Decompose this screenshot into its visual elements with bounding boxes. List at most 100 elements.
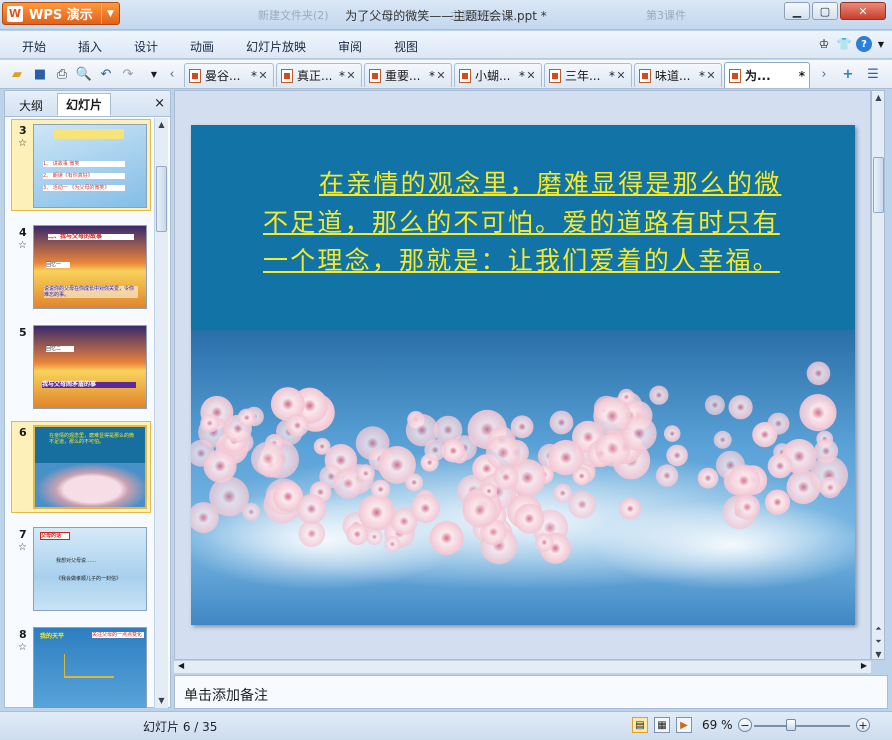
close-icon[interactable]: ✕ [615, 69, 627, 82]
close-icon[interactable]: ✕ [435, 69, 447, 82]
doc-tab[interactable]: 味道... * ✕ [634, 63, 722, 87]
thumbnail-number: 8 [19, 628, 27, 641]
thumb-line: 回忆一 [46, 262, 70, 268]
ghost-tab-1: 新建文件夹(2) [258, 9, 329, 22]
doc-tab[interactable]: 真正... * ✕ [276, 63, 362, 87]
chevron-down-icon[interactable]: ▼ [873, 36, 889, 52]
close-button[interactable]: ✕ [840, 2, 886, 20]
chevron-down-icon[interactable]: ▼ [101, 3, 119, 24]
next-slide-icon[interactable]: ⏷ [872, 636, 885, 648]
thumb-line: 我想对父母说…… [56, 558, 97, 564]
slideshow-icon[interactable]: ▶ [676, 717, 692, 733]
menu-animation[interactable]: 动画 [190, 38, 214, 55]
maximize-button[interactable]: ▢ [812, 2, 838, 20]
wps-app-menu-button[interactable]: W WPS 演示 ▼ [2, 2, 120, 25]
new-tab-icon[interactable]: + [840, 66, 856, 82]
notes-placeholder[interactable]: 单击添加备注 [184, 685, 268, 705]
current-slide[interactable]: 在亲情的观念里，磨难显得是那么的微不足道，那么的不可怕。爱的道路有时只有一个理念… [191, 125, 855, 625]
thumb-line: 1、 讲故事 微笑 [43, 161, 125, 167]
close-icon[interactable]: ✕ [705, 69, 717, 82]
slide-body-text[interactable]: 在亲情的观念里，磨难显得是那么的微不足道，那么的不可怕。爱的道路有时只有一个理念… [263, 165, 803, 281]
prev-slide-icon[interactable]: ⏶ [872, 623, 885, 635]
close-icon[interactable]: ✕ [525, 69, 537, 82]
thumbnail-scrollbar[interactable]: ▲ ▼ [154, 118, 168, 708]
doc-tab-active[interactable]: 为... * [724, 62, 810, 88]
slide-thumbnail-5[interactable]: 回忆二 我与父母闹矛盾的事 [33, 325, 147, 409]
scroll-down-icon[interactable]: ▼ [155, 694, 168, 706]
close-icon[interactable]: ✕ [345, 69, 357, 82]
skin-icon[interactable]: ♔ [816, 36, 832, 52]
menu-insert[interactable]: 插入 [78, 38, 102, 55]
zoom-slider-handle[interactable] [786, 719, 796, 731]
tab-scroll-right-icon[interactable]: › [816, 66, 832, 82]
minimize-button[interactable]: ▁ [784, 2, 810, 20]
menu-design[interactable]: 设计 [134, 38, 158, 55]
wps-logo-icon: W [7, 5, 23, 22]
doc-tab[interactable]: 小蝴... * ✕ [454, 63, 542, 87]
chevron-down-icon[interactable]: ▼ [146, 66, 162, 82]
ppt-file-icon [729, 68, 741, 83]
scroll-thumb[interactable] [873, 157, 884, 213]
ppt-file-icon [459, 68, 471, 83]
normal-view-icon[interactable]: ▤ [632, 717, 648, 733]
doc-tab[interactable]: 曼谷... * ✕ [184, 63, 274, 87]
save-icon[interactable]: ■ [32, 66, 48, 82]
print-preview-icon[interactable]: 🔍 [76, 66, 92, 82]
scroll-down-icon[interactable]: ▼ [872, 648, 885, 660]
shirt-icon[interactable]: 👕 [836, 36, 852, 52]
thumbnail-number: 7 [19, 528, 27, 541]
zoom-in-button[interactable]: + [856, 718, 870, 732]
ppt-file-icon [189, 68, 201, 83]
zoom-out-button[interactable]: − [738, 718, 752, 732]
thumb-line: 说说你的父母在你成长中对你关爱，令你难忘的事。 [44, 286, 138, 298]
print-icon[interactable]: ⎙ [54, 66, 70, 82]
slide-canvas: 在亲情的观念里，磨难显得是那么的微不足道，那么的不可怕。爱的道路有时只有一个理念… [174, 90, 871, 660]
menu-review[interactable]: 审阅 [338, 38, 362, 55]
undo-icon[interactable]: ↶ [98, 66, 114, 82]
ppt-file-icon [549, 68, 561, 83]
slide-thumbnail-7[interactable]: 父母的话 我想对父母说…… 《我会做孝顺儿子的一封信》 [33, 527, 147, 611]
notes-pane[interactable]: 单击添加备注 [174, 675, 888, 709]
canvas-vertical-scrollbar[interactable]: ▲ ⏶ ⏷ ▼ [871, 90, 885, 660]
slide-thumbnail-8[interactable]: 我的天平 关注父母的一点点变化 [33, 627, 147, 708]
tab-outline[interactable]: 大纲 [11, 95, 51, 116]
thumb-line: 2、 朗读《有你真好》 [43, 173, 125, 179]
doc-tab[interactable]: 三年... * ✕ [544, 63, 632, 87]
thumb-line: 父母的话 [40, 532, 70, 540]
menu-slideshow[interactable]: 幻灯片放映 [246, 38, 306, 55]
doc-tab[interactable]: 重要... * ✕ [364, 63, 452, 87]
scroll-right-icon[interactable]: ▶ [861, 661, 867, 670]
slide-thumbnail-4[interactable]: 二、我与父母的故事 回忆一 说说你的父母在你成长中对你关爱，令你难忘的事。 [33, 225, 147, 309]
status-bar: 幻灯片 6 / 35 ▤ ▦ ▶ 69 % − + [0, 711, 892, 740]
zoom-slider-track[interactable] [754, 725, 850, 727]
thumbnail-number: 4 [19, 226, 27, 239]
scroll-up-icon[interactable]: ▲ [155, 118, 168, 130]
slide-thumbnail-3[interactable]: 1、 讲故事 微笑 2、 朗读《有你真好》 3、 活动一 《为父母的微笑》 [33, 124, 147, 208]
help-icon[interactable]: ? [856, 36, 872, 52]
scroll-up-icon[interactable]: ▲ [872, 91, 885, 103]
zoom-level: 69 % [702, 718, 733, 732]
slide-sorter-icon[interactable]: ▦ [654, 717, 670, 733]
open-folder-icon[interactable]: ▰ [9, 66, 25, 82]
menu-home[interactable]: 开始 [22, 38, 46, 55]
tab-scroll-left-icon[interactable]: ‹ [164, 66, 180, 82]
tab-list-icon[interactable]: ☰ [865, 66, 881, 82]
scroll-thumb[interactable] [156, 166, 167, 232]
canvas-horizontal-scrollbar[interactable]: ◀ ▶ [174, 660, 871, 673]
star-icon: ☆ [18, 138, 27, 149]
panel-tabs: 大纲 幻灯片 × [5, 91, 170, 117]
thumb-line: 我的天平 [40, 633, 65, 640]
window-title: 为了父母的微笑——主题班会课.ppt * [345, 9, 547, 23]
redo-icon[interactable]: ↷ [120, 66, 136, 82]
close-icon[interactable]: ✕ [257, 69, 269, 82]
slide-thumbnail-6[interactable]: 在亲情的观念里，磨难显得是那么的微不足道，那么的不可怕。 [33, 425, 147, 509]
tab-slides[interactable]: 幻灯片 [57, 93, 112, 116]
thumb-line: 回忆二 [46, 346, 74, 352]
menu-view[interactable]: 视图 [394, 38, 418, 55]
ghost-tab-2: 主题班会 [450, 9, 494, 22]
ghost-tab-3: 第3课件 [646, 9, 686, 22]
cherry-blossom-image[interactable] [191, 330, 855, 625]
scroll-left-icon[interactable]: ◀ [178, 661, 184, 670]
star-icon: ☆ [18, 542, 27, 553]
close-icon[interactable]: × [154, 96, 165, 111]
